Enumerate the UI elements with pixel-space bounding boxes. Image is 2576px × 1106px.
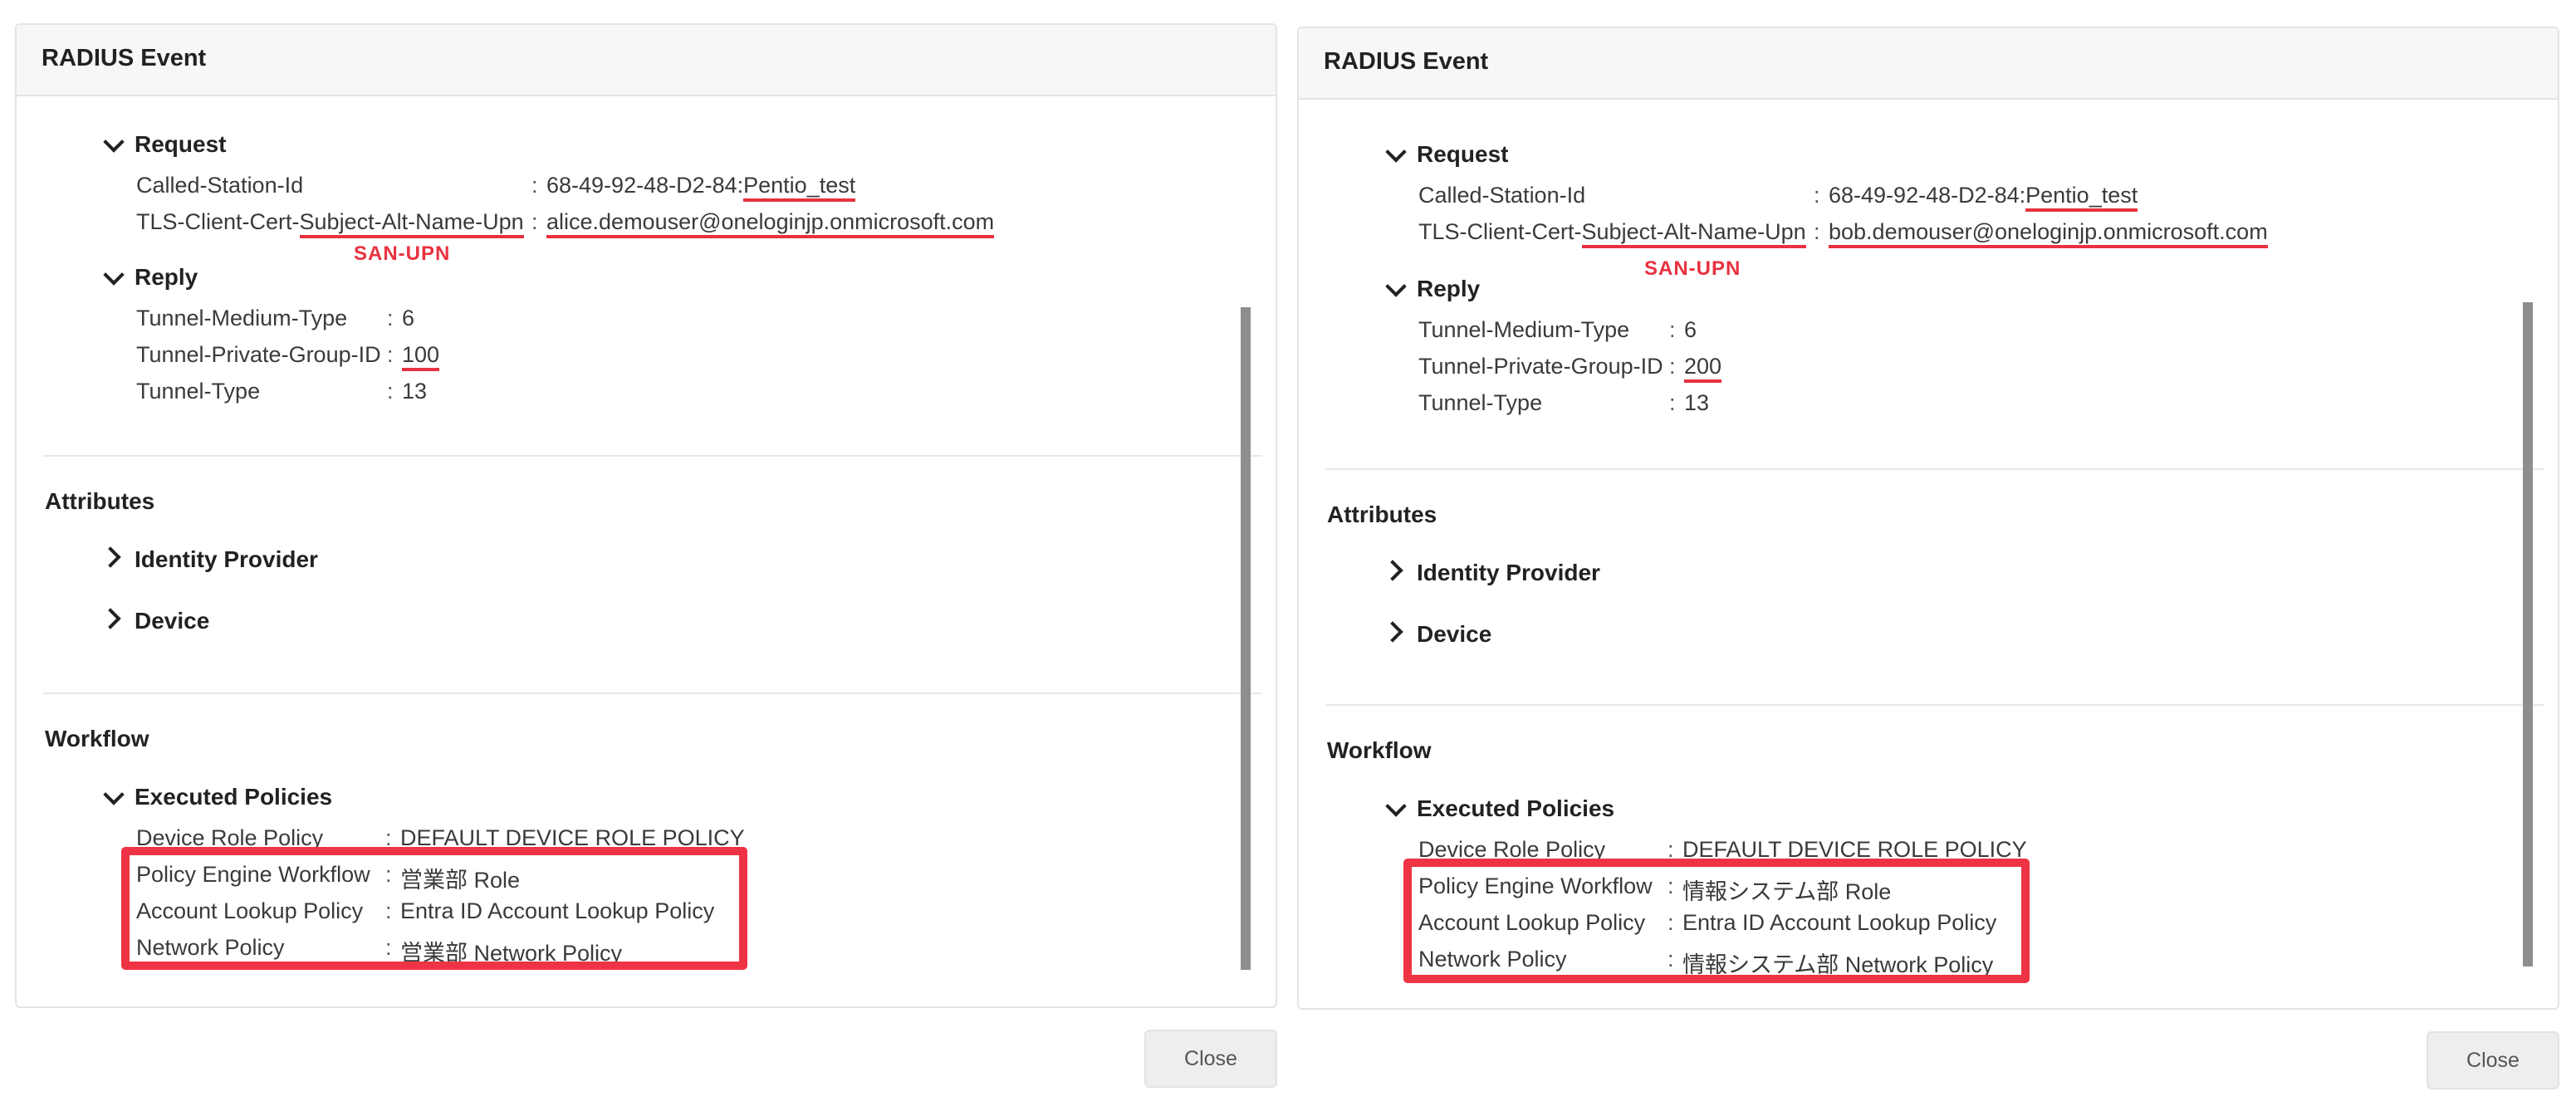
device-toggle[interactable]: Device [135, 608, 209, 634]
reply-key: Tunnel-Type [136, 379, 261, 404]
separator: : [387, 306, 394, 330]
reply-value: 13 [1684, 390, 1710, 415]
chevron-down-icon[interactable] [1385, 141, 1407, 163]
ssid-value: Pentio_test [743, 173, 856, 202]
upn-value: bob.demouser@oneloginjp.onmicrosoft.com [1829, 219, 2268, 248]
reply-value: 13 [402, 379, 428, 404]
attributes-title: Attributes [45, 488, 155, 514]
san-upn-annotation: SAN-UPN [354, 242, 451, 265]
reply-key: Tunnel-Private-Group-ID [1418, 354, 1663, 379]
separator: : [531, 209, 538, 234]
section-divider [43, 455, 1262, 457]
section-divider [43, 692, 1262, 694]
executed-policies-toggle[interactable]: Executed Policies [135, 784, 332, 810]
ssid-value: Pentio_test [2025, 183, 2138, 212]
separator: : [1669, 317, 1676, 342]
tls-san-upn-key: TLS-Client-Cert-Subject-Alt-Name-Upn [136, 209, 524, 238]
reply-toggle[interactable]: Reply [1417, 276, 1480, 302]
policy-highlight-box [1403, 859, 2030, 983]
chevron-down-icon[interactable] [103, 784, 125, 805]
separator: : [1669, 390, 1676, 415]
called-station-id-key: Called-Station-Id [136, 173, 304, 198]
san-upn-annotation: SAN-UPN [1644, 257, 1741, 280]
reply-key: Tunnel-Medium-Type [136, 306, 348, 330]
tls-san-upn-value: alice.demouser@oneloginjp.onmicrosoft.co… [546, 209, 995, 238]
called-station-id-value: 68-49-92-48-D2-84:Pentio_test [1829, 183, 2138, 212]
executed-policies-toggle[interactable]: Executed Policies [1417, 795, 1614, 822]
chevron-right-icon[interactable] [100, 546, 121, 568]
reply-value: 6 [1684, 317, 1697, 342]
close-button[interactable]: Close [1144, 1030, 1277, 1088]
separator: : [1814, 183, 1820, 208]
panel-title: RADIUS Event [1324, 48, 1489, 75]
san-upn-attribute: Subject-Alt-Name-Upn [1581, 219, 1806, 248]
radius-event-panel-right: RADIUS Event Request Called-Station-Id :… [1297, 27, 2559, 1010]
scrollbar[interactable] [1241, 307, 1251, 970]
chevron-down-icon[interactable] [1385, 276, 1407, 297]
called-station-id-key: Called-Station-Id [1418, 183, 1586, 208]
separator: : [1814, 219, 1820, 244]
san-upn-attribute: Subject-Alt-Name-Upn [299, 209, 524, 238]
request-toggle[interactable]: Request [135, 131, 226, 158]
request-toggle[interactable]: Request [1417, 141, 1508, 168]
reply-key: Tunnel-Private-Group-ID [136, 342, 381, 367]
reply-value: 200 [1684, 354, 1722, 383]
chevron-down-icon[interactable] [103, 264, 125, 286]
reply-value: 6 [402, 306, 415, 330]
chevron-right-icon[interactable] [100, 608, 121, 629]
device-toggle[interactable]: Device [1417, 621, 1491, 648]
workflow-title: Workflow [45, 726, 149, 751]
panel-header: RADIUS Event [17, 25, 1276, 96]
reply-key: Tunnel-Type [1418, 390, 1543, 415]
policy-highlight-box [121, 847, 747, 970]
chevron-down-icon[interactable] [103, 131, 125, 153]
upn-value: alice.demouser@oneloginjp.onmicrosoft.co… [546, 209, 995, 238]
vlan-id-value: 200 [1684, 354, 1722, 383]
separator: : [531, 173, 538, 198]
separator: : [1669, 354, 1676, 379]
scrollbar[interactable] [2523, 302, 2533, 967]
separator: : [387, 379, 394, 404]
separator: : [387, 342, 394, 367]
chevron-right-icon[interactable] [1382, 560, 1403, 581]
identity-provider-toggle[interactable]: Identity Provider [135, 546, 318, 573]
reply-value: 100 [402, 342, 440, 371]
attributes-title: Attributes [1327, 502, 1437, 527]
panel-title: RADIUS Event [42, 45, 207, 71]
panel-header: RADIUS Event [1299, 28, 2558, 100]
identity-provider-toggle[interactable]: Identity Provider [1417, 560, 1600, 586]
called-station-id-value: 68-49-92-48-D2-84:Pentio_test [546, 173, 856, 202]
section-divider [1325, 704, 2544, 706]
tls-san-upn-value: bob.demouser@oneloginjp.onmicrosoft.com [1829, 219, 2268, 248]
chevron-down-icon[interactable] [1385, 795, 1407, 817]
vlan-id-value: 100 [402, 342, 440, 371]
close-button[interactable]: Close [2427, 1031, 2559, 1089]
tls-san-upn-key: TLS-Client-Cert-Subject-Alt-Name-Upn [1418, 219, 1806, 248]
workflow-title: Workflow [1327, 737, 1432, 763]
radius-event-panel-left: RADIUS Event Request Called-Station-Id :… [15, 23, 1277, 1008]
reply-toggle[interactable]: Reply [135, 264, 198, 291]
reply-key: Tunnel-Medium-Type [1418, 317, 1630, 342]
chevron-right-icon[interactable] [1382, 621, 1403, 643]
section-divider [1325, 468, 2544, 470]
